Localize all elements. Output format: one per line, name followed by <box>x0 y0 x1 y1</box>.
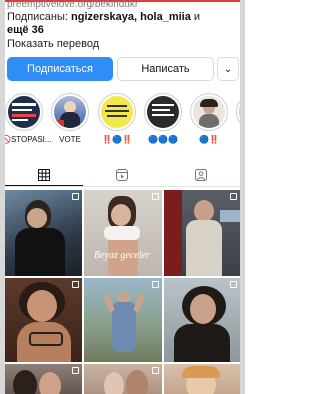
carousel-icon <box>230 193 237 200</box>
post-thumbnail[interactable] <box>164 190 240 276</box>
carousel-icon <box>72 281 79 288</box>
highlight-label: VOTE <box>59 135 81 144</box>
highlight-cover <box>190 93 228 131</box>
highlight-label: 💗 <box>232 135 240 144</box>
highlight-item[interactable]: VOTE <box>47 93 93 144</box>
highlight-label: 🔵‼️ <box>199 135 219 144</box>
post-thumbnail[interactable] <box>5 278 82 362</box>
post-thumbnail[interactable] <box>164 278 240 362</box>
message-button[interactable]: Написать <box>117 57 214 81</box>
highlight-item[interactable]: 🔵🔵🔵 <box>140 93 186 144</box>
followers-more[interactable]: ещё 36 <box>7 24 44 36</box>
highlight-item[interactable]: 🚫STOPASI... <box>1 93 52 144</box>
chevron-down-icon: ⌄ <box>223 63 233 75</box>
post-thumbnail[interactable]: Beyaz geceler <box>84 190 162 276</box>
carousel-icon <box>152 367 159 374</box>
tab-tagged[interactable] <box>162 164 240 186</box>
highlight-cover <box>144 93 182 131</box>
followers-connector: и <box>190 11 201 23</box>
highlight-cover <box>236 93 240 131</box>
post-thumbnail[interactable] <box>5 364 82 394</box>
highlight-label: ‼️🔵‼️ <box>102 135 132 144</box>
followers-names[interactable]: ngizerskaya, hola_miia <box>71 11 191 23</box>
reels-icon <box>116 169 128 181</box>
carousel-icon <box>230 281 237 288</box>
show-translation-link[interactable]: Показать перевод <box>7 38 99 50</box>
bio-link[interactable]: preemptivelove.org/bekindukr <box>7 0 237 10</box>
carousel-icon <box>72 193 79 200</box>
tagged-icon <box>195 169 207 181</box>
carousel-icon <box>152 193 159 200</box>
highlight-label: 🔵🔵🔵 <box>148 135 178 144</box>
story-highlights: 🚫STOPASI... VOTE ‼️🔵‼️ 🔵🔵🔵 🔵‼️ <box>5 93 240 153</box>
highlight-item[interactable]: 🔵‼️ <box>186 93 232 144</box>
tab-grid[interactable] <box>5 164 83 186</box>
post-caption-overlay: Beyaz geceler <box>94 250 150 261</box>
grid-icon <box>38 168 50 181</box>
tab-reels[interactable] <box>83 164 161 186</box>
follow-button[interactable]: Подписаться <box>7 57 113 81</box>
post-thumbnail[interactable] <box>164 364 240 394</box>
highlight-cover <box>5 93 43 131</box>
carousel-icon <box>152 281 159 288</box>
post-grid: Beyaz geceler <box>5 190 240 394</box>
highlight-item[interactable]: ‼️🔵‼️ <box>94 93 140 144</box>
highlight-cover <box>51 93 89 131</box>
highlight-cover <box>98 93 136 131</box>
highlight-label: 🚫STOPASI... <box>1 135 52 144</box>
carousel-icon <box>72 367 79 374</box>
phone-screen: preemptivelove.org/bekindukr Подписаны: … <box>0 0 245 394</box>
suggested-accounts-button[interactable]: ⌄ <box>217 57 239 81</box>
post-thumbnail[interactable] <box>84 278 162 362</box>
post-thumbnail[interactable] <box>5 190 82 276</box>
post-thumbnail[interactable] <box>84 364 162 394</box>
followed-by-text[interactable]: Подписаны: ngizerskaya, hola_miia и ещё … <box>7 11 239 37</box>
followers-prefix: Подписаны: <box>7 11 72 23</box>
profile-tabs <box>5 164 240 187</box>
highlight-item[interactable]: 💗 <box>232 93 240 144</box>
